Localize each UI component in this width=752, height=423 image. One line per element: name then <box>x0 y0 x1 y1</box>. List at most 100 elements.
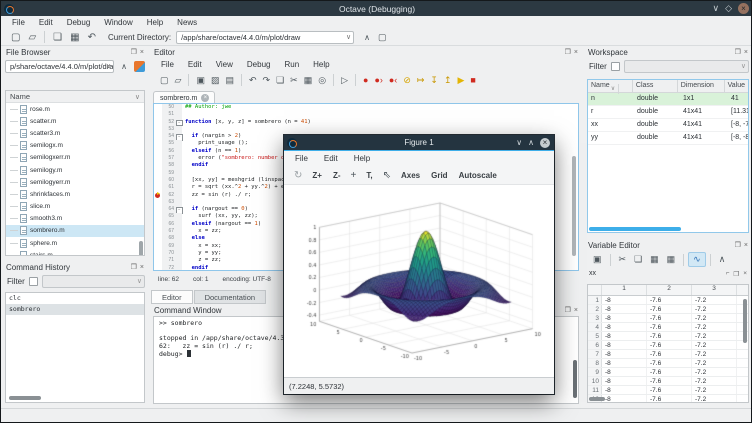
cell[interactable]: -7.6 <box>647 341 692 349</box>
cell[interactable]: -8 <box>602 395 647 403</box>
file-stairs-m[interactable]: stairs.m <box>6 249 144 256</box>
new-script-icon[interactable]: ▢ <box>7 31 24 44</box>
chevron-down-icon[interactable]: ∨ <box>346 32 351 43</box>
cell[interactable]: -7.2 <box>692 350 737 358</box>
sync-directory-icon[interactable] <box>134 61 145 72</box>
cell[interactable]: -8 <box>602 332 647 340</box>
breakpoint-margin[interactable] <box>154 243 162 250</box>
undock-icon[interactable]: ❐ <box>131 48 137 56</box>
zoom-out-button[interactable]: Z- <box>328 169 346 182</box>
variable-row-10[interactable]: 10-8-7.6-7.2 <box>588 377 748 386</box>
paste-icon[interactable]: ▦ <box>646 253 663 266</box>
variable-row-11[interactable]: 11-8-7.6-7.2 <box>588 386 748 395</box>
breakpoint-margin[interactable] <box>154 111 162 118</box>
minimize-icon[interactable]: ∨ <box>712 2 719 15</box>
breakpoint-margin[interactable] <box>154 104 162 111</box>
close-icon[interactable]: × <box>540 138 550 148</box>
history-scrollbar[interactable] <box>9 396 41 400</box>
copy-icon[interactable]: ❏ <box>630 253 646 266</box>
variable-column-1[interactable]: 1 <box>602 285 647 295</box>
file-semilogy-m[interactable]: semilogy.m <box>6 164 144 176</box>
breakpoint-margin[interactable] <box>154 140 162 147</box>
code-line-50[interactable]: 50## Author: jwe <box>154 104 578 111</box>
history-item-sombrero[interactable]: sombrero <box>6 304 144 315</box>
directory-up-button[interactable]: ∧ <box>360 33 374 42</box>
history-item-clc[interactable]: clc <box>6 293 144 304</box>
file-rose-m[interactable]: rose.m <box>6 103 144 115</box>
close-icon[interactable]: × <box>744 49 748 56</box>
minimize-icon[interactable]: ∨ <box>516 137 522 148</box>
variable-tab-xx[interactable]: xx ⌐ ❐ × <box>585 268 751 279</box>
dock-tab-documentation[interactable]: Documentation <box>194 290 266 304</box>
open-file-icon[interactable]: ▱ <box>172 74 185 87</box>
print-icon[interactable]: ▤ <box>222 74 237 87</box>
breakpoint-margin[interactable] <box>154 162 162 169</box>
file-browser-scrollbar[interactable] <box>139 241 143 256</box>
close-icon[interactable]: × <box>744 242 748 249</box>
editor-menu-file[interactable]: File <box>155 60 180 69</box>
previous-breakpoint-icon[interactable]: ●‹ <box>386 74 400 87</box>
variable-editor-vscrollbar[interactable] <box>743 299 747 343</box>
figure-menu-edit[interactable]: Edit <box>317 154 345 163</box>
cell[interactable]: -8 <box>602 386 647 394</box>
fold-marker-icon[interactable] <box>175 206 182 213</box>
workspace-column-name[interactable]: Name∨ <box>588 80 633 92</box>
plot-icon[interactable]: ∿ <box>688 252 706 267</box>
cell[interactable]: -7.2 <box>692 296 737 304</box>
cell[interactable]: -8 <box>602 368 647 376</box>
file-scatter3-m[interactable]: scatter3.m <box>6 127 144 139</box>
new-file-icon[interactable]: ▢ <box>157 74 172 87</box>
menu-help[interactable]: Help <box>141 17 169 28</box>
browse-directory-icon[interactable]: ▢ <box>374 31 391 44</box>
cell[interactable]: -8 <box>602 341 647 349</box>
cell[interactable]: -7.2 <box>692 395 737 403</box>
cell[interactable]: -7.6 <box>647 368 692 376</box>
fold-marker-icon[interactable] <box>175 119 182 126</box>
workspace-variable-r[interactable]: rdouble41x41[11.314 <box>588 106 748 119</box>
undock-icon[interactable]: ❐ <box>565 48 571 56</box>
menu-window[interactable]: Window <box>98 17 138 28</box>
undock-icon[interactable]: ❐ <box>131 263 137 271</box>
cell[interactable]: -7.2 <box>692 314 737 322</box>
step-in-icon[interactable]: ↧ <box>427 74 441 87</box>
file-list-header[interactable]: Name ∨ <box>6 91 144 103</box>
cell[interactable]: -7.2 <box>692 368 737 376</box>
breakpoint-margin[interactable] <box>154 177 162 184</box>
file-sphere-m[interactable]: sphere.m <box>6 237 144 249</box>
cell[interactable]: -7.6 <box>647 386 692 394</box>
cell[interactable]: -7.6 <box>647 323 692 331</box>
variable-row-6[interactable]: 6-8-7.6-7.2 <box>588 341 748 350</box>
undock-icon[interactable]: ❐ <box>733 270 739 278</box>
run-file-icon[interactable]: ▷ <box>338 74 351 87</box>
variable-column-2[interactable]: 2 <box>647 285 692 295</box>
file-smooth3-m[interactable]: smooth3.m <box>6 213 144 225</box>
cell[interactable]: -7.2 <box>692 332 737 340</box>
code-line-51[interactable]: 51 <box>154 111 578 118</box>
editor-menu-view[interactable]: View <box>210 60 239 69</box>
variable-editor-hscrollbar[interactable] <box>589 397 605 401</box>
workspace-scrollbar[interactable] <box>589 227 681 231</box>
file-sombrero-m[interactable]: sombrero.m <box>6 225 144 237</box>
maximize-icon[interactable]: ∧ <box>528 137 534 148</box>
undo-icon[interactable]: ↶ <box>84 31 100 44</box>
variable-column-3[interactable]: 3 <box>692 285 737 295</box>
paste-icon[interactable]: ▦ <box>66 31 83 44</box>
next-breakpoint-icon[interactable]: ●› <box>371 74 385 87</box>
variable-row-1[interactable]: 1-8-7.6-7.2 <box>588 296 748 305</box>
cell[interactable]: -7.6 <box>647 332 692 340</box>
workspace-column-dimension[interactable]: Dimension <box>678 80 725 92</box>
current-directory-combo[interactable]: /app/share/octave/4.4.0/m/plot/draw ∨ <box>176 31 354 44</box>
editor-scrollbar[interactable] <box>572 156 576 256</box>
save-icon[interactable]: ▣ <box>193 74 208 87</box>
workspace-variable-xx[interactable]: xxdouble41x41[-8, -7.6 <box>588 119 748 132</box>
step-out-icon[interactable]: ↥ <box>441 74 455 87</box>
save-as-icon[interactable]: ▨ <box>208 74 223 87</box>
code-line-53[interactable]: 53 <box>154 126 578 133</box>
paste-table-icon[interactable]: ▦ <box>663 253 680 266</box>
editor-menu-help[interactable]: Help <box>307 60 335 69</box>
sombrero-surface-plot[interactable] <box>284 185 554 377</box>
workspace-variable-yy[interactable]: yydouble41x41[-8, -8, - <box>588 132 748 145</box>
cell[interactable]: -7.2 <box>692 305 737 313</box>
workspace-column-class[interactable]: Class <box>633 80 678 92</box>
figure-window[interactable]: Figure 1 ∨ ∧ × FileEditHelp ↻Z+Z-+T,⇖Axe… <box>284 135 554 394</box>
